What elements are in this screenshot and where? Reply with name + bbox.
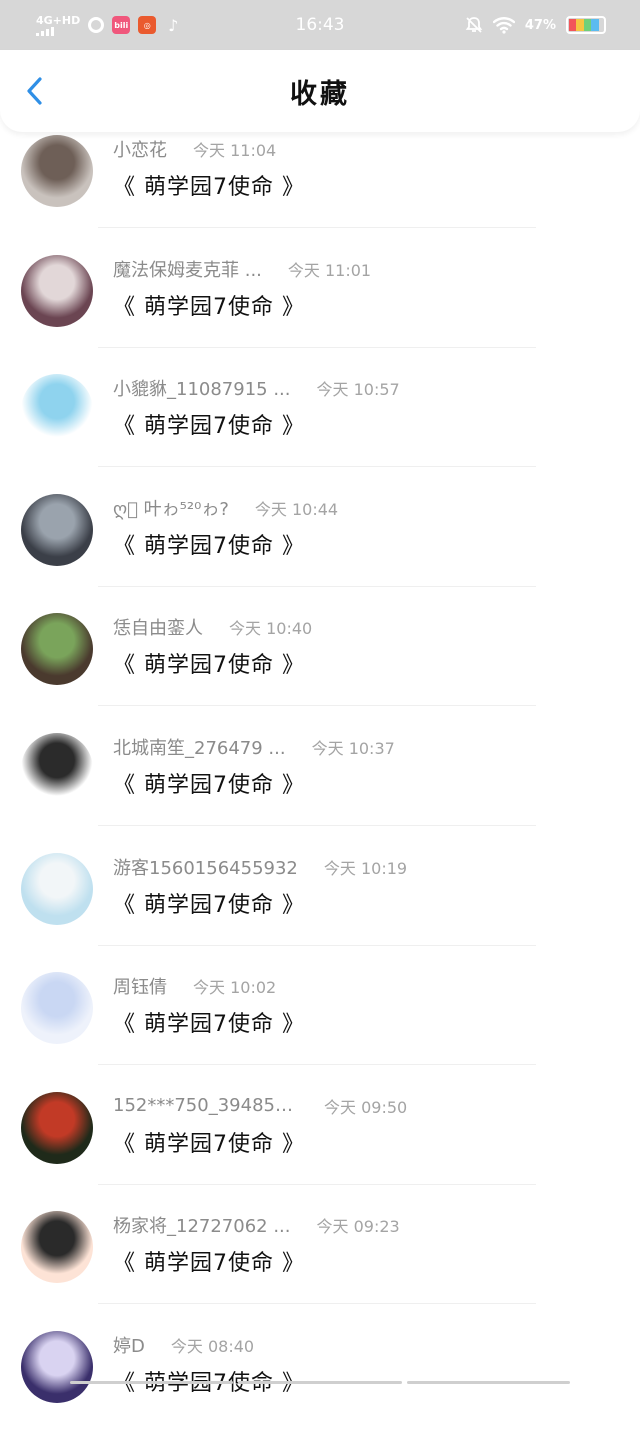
- avatar[interactable]: [21, 255, 93, 327]
- timestamp: 今天 10:44: [255, 496, 338, 520]
- item-header: 魔法保姆麦克菲 ... 今天 11:01: [113, 258, 371, 280]
- item-header: 周钰倩 今天 10:02: [113, 975, 276, 997]
- user-name[interactable]: 152***750_394853686: [113, 1095, 298, 1116]
- user-name[interactable]: 杨家将_12727062 ...: [113, 1212, 291, 1238]
- divider: [98, 1064, 536, 1065]
- mute-bell-icon: [465, 16, 483, 34]
- status-right-icons: 47%: [465, 16, 606, 34]
- list-item[interactable]: 周钰倩 今天 10:02 《 萌学园7使命 》: [0, 968, 640, 1088]
- divider: [98, 1303, 536, 1304]
- list-item[interactable]: 152***750_394853686 今天 09:50 《 萌学园7使命 》: [0, 1088, 640, 1208]
- avatar[interactable]: [21, 494, 93, 566]
- message-text[interactable]: 《 萌学园7使命 》: [113, 289, 305, 321]
- message-text[interactable]: 《 萌学园7使命 》: [113, 1006, 305, 1038]
- divider: [98, 466, 536, 467]
- home-indicator[interactable]: [0, 1381, 640, 1387]
- user-name[interactable]: 小貔貅_11087915 ...: [113, 375, 291, 401]
- list-item[interactable]: 游客1560156455932 今天 10:19 《 萌学园7使命 》: [0, 849, 640, 969]
- item-header: 小恋花 今天 11:04: [113, 138, 276, 160]
- avatar[interactable]: [21, 972, 93, 1044]
- list-item[interactable]: 小恋花 今天 11:04 《 萌学园7使命 》: [0, 131, 640, 251]
- timestamp: 今天 09:23: [317, 1213, 400, 1237]
- battery-icon: [566, 16, 606, 34]
- favorites-list: 小恋花今天 11:04《 萌学园7使命 》魔法保姆麦克菲 ...今天 11:01…: [0, 132, 640, 1447]
- avatar[interactable]: [21, 1331, 93, 1403]
- divider: [98, 227, 536, 228]
- message-text[interactable]: 《 萌学园7使命 》: [113, 528, 305, 560]
- item-header: 152***750_394853686 今天 09:50: [113, 1095, 407, 1117]
- message-text[interactable]: 《 萌学园7使命 》: [113, 408, 305, 440]
- item-header: 北城南笙_276479 ... 今天 10:37: [113, 736, 395, 758]
- message-text[interactable]: 《 萌学园7使命 》: [113, 887, 305, 919]
- timestamp: 今天 11:01: [288, 257, 371, 281]
- timestamp: 今天 11:04: [193, 137, 276, 161]
- list-item[interactable]: ღ⃝ 叶ゎ⁵²⁰ゎ? 今天 10:44 《 萌学园7使命 》: [0, 490, 640, 610]
- timestamp: 今天 10:40: [229, 615, 312, 639]
- bilibili-icon: bili: [112, 16, 130, 34]
- divider: [98, 586, 536, 587]
- list-item[interactable]: 杨家将_12727062 ... 今天 09:23 《 萌学园7使命 》: [0, 1207, 640, 1327]
- status-bar: 4G+HD bili ◎ ♪ 16:43 47%: [0, 0, 640, 50]
- avatar[interactable]: [21, 853, 93, 925]
- message-text[interactable]: 《 萌学园7使命 》: [113, 1245, 305, 1277]
- avatar[interactable]: [21, 733, 93, 805]
- user-name[interactable]: 北城南笙_276479 ...: [113, 734, 286, 760]
- qq-browser-icon: [88, 17, 104, 33]
- nav-header: 收藏: [0, 50, 640, 132]
- timestamp: 今天 10:57: [317, 376, 400, 400]
- avatar[interactable]: [21, 374, 93, 446]
- message-text[interactable]: 《 萌学园7使命 》: [113, 169, 305, 201]
- avatar[interactable]: [21, 1211, 93, 1283]
- message-text[interactable]: 《 萌学园7使命 》: [113, 647, 305, 679]
- message-text[interactable]: 《 萌学园7使命 》: [113, 1126, 305, 1158]
- timestamp: 今天 10:19: [324, 855, 407, 879]
- chevron-left-icon: [25, 76, 45, 106]
- red-app-icon: ◎: [138, 16, 156, 34]
- avatar[interactable]: [21, 135, 93, 207]
- timestamp: 今天 09:50: [324, 1094, 407, 1118]
- user-name[interactable]: 小恋花: [113, 136, 167, 162]
- network-type: 4G+HD: [36, 15, 80, 26]
- user-name[interactable]: 婷D: [113, 1332, 145, 1358]
- item-header: 婷D 今天 08:40: [113, 1334, 254, 1356]
- user-name[interactable]: 魔法保姆麦克菲 ...: [113, 256, 262, 282]
- user-name[interactable]: 游客1560156455932: [113, 854, 298, 880]
- battery-percent: 47%: [525, 18, 556, 33]
- avatar[interactable]: [21, 1092, 93, 1164]
- item-header: 恁自由銮人 今天 10:40: [113, 616, 312, 638]
- list-item[interactable]: 北城南笙_276479 ... 今天 10:37 《 萌学园7使命 》: [0, 729, 640, 849]
- timestamp: 今天 10:02: [193, 974, 276, 998]
- status-left-icons: 4G+HD bili ◎ ♪: [36, 15, 182, 36]
- item-header: ღ⃝ 叶ゎ⁵²⁰ゎ? 今天 10:44: [113, 497, 338, 519]
- list-item[interactable]: 小貔貅_11087915 ... 今天 10:57 《 萌学园7使命 》: [0, 370, 640, 490]
- list-item[interactable]: 魔法保姆麦克菲 ... 今天 11:01 《 萌学园7使命 》: [0, 251, 640, 371]
- user-name[interactable]: ღ⃝ 叶ゎ⁵²⁰ゎ?: [113, 495, 229, 521]
- divider: [98, 1184, 536, 1185]
- message-text[interactable]: 《 萌学园7使命 》: [113, 767, 305, 799]
- timestamp: 今天 08:40: [171, 1333, 254, 1357]
- item-header: 游客1560156455932 今天 10:19: [113, 856, 407, 878]
- avatar[interactable]: [21, 613, 93, 685]
- divider: [98, 347, 536, 348]
- timestamp: 今天 10:37: [312, 735, 395, 759]
- back-button[interactable]: [20, 76, 50, 106]
- wifi-icon: [493, 16, 515, 34]
- tiktok-icon: ♪: [164, 16, 182, 34]
- divider: [98, 945, 536, 946]
- signal-icon: 4G+HD: [36, 15, 80, 36]
- user-name[interactable]: 恁自由銮人: [113, 614, 203, 640]
- divider: [98, 705, 536, 706]
- divider: [98, 825, 536, 826]
- user-name[interactable]: 周钰倩: [113, 973, 167, 999]
- item-header: 杨家将_12727062 ... 今天 09:23: [113, 1214, 400, 1236]
- list-item[interactable]: 恁自由銮人 今天 10:40 《 萌学园7使命 》: [0, 609, 640, 729]
- page-title: 收藏: [290, 72, 350, 111]
- item-header: 小貔貅_11087915 ... 今天 10:57: [113, 377, 400, 399]
